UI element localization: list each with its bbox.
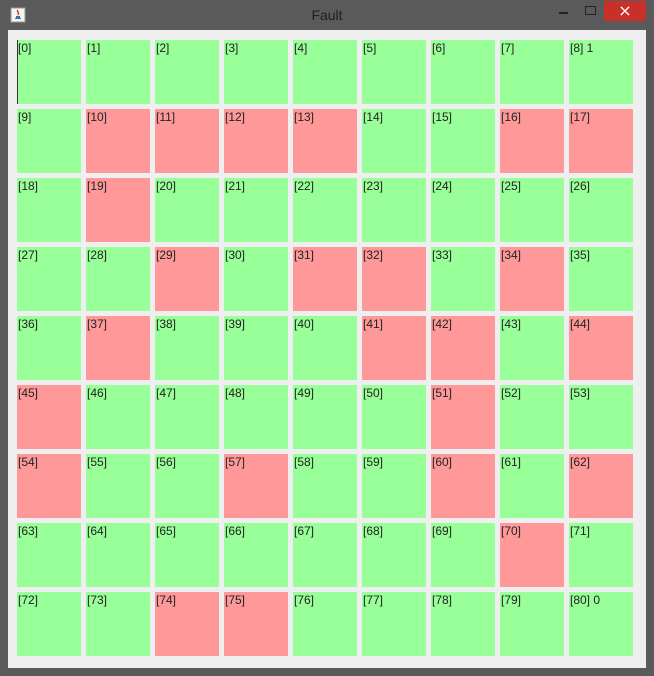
- grid-cell[interactable]: [49]: [293, 385, 357, 449]
- grid-cell[interactable]: [25]: [500, 178, 564, 242]
- grid-cell[interactable]: [18]: [17, 178, 81, 242]
- grid-cell[interactable]: [66]: [224, 523, 288, 587]
- grid-cell[interactable]: [29]: [155, 247, 219, 311]
- grid-cell[interactable]: [67]: [293, 523, 357, 587]
- grid-cell[interactable]: [14]: [362, 109, 426, 173]
- grid-cell[interactable]: [5]: [362, 40, 426, 104]
- grid-cell[interactable]: [58]: [293, 454, 357, 518]
- grid-cell[interactable]: [42]: [431, 316, 495, 380]
- grid-cell[interactable]: [3]: [224, 40, 288, 104]
- grid-cell[interactable]: [73]: [86, 592, 150, 656]
- grid-cell[interactable]: [61]: [500, 454, 564, 518]
- grid-cell[interactable]: [59]: [362, 454, 426, 518]
- grid-cell[interactable]: [12]: [224, 109, 288, 173]
- grid-cell[interactable]: [19]: [86, 178, 150, 242]
- grid-cell[interactable]: [26]: [569, 178, 633, 242]
- grid-cell[interactable]: [24]: [431, 178, 495, 242]
- grid-cell[interactable]: [37]: [86, 316, 150, 380]
- close-button[interactable]: ×: [604, 1, 646, 21]
- grid-cell[interactable]: [15]: [431, 109, 495, 173]
- grid-cell[interactable]: [53]: [569, 385, 633, 449]
- grid-cell[interactable]: [9]: [17, 109, 81, 173]
- grid-cell[interactable]: [43]: [500, 316, 564, 380]
- grid-cell[interactable]: [41]: [362, 316, 426, 380]
- grid-cell[interactable]: [80] 0: [569, 592, 633, 656]
- grid-cell[interactable]: [79]: [500, 592, 564, 656]
- grid-cell[interactable]: [34]: [500, 247, 564, 311]
- close-icon: ×: [618, 1, 632, 20]
- grid-cell[interactable]: [69]: [431, 523, 495, 587]
- grid-cell[interactable]: [54]: [17, 454, 81, 518]
- grid-cell[interactable]: [22]: [293, 178, 357, 242]
- grid-cell[interactable]: [46]: [86, 385, 150, 449]
- grid-cell[interactable]: [1]: [86, 40, 150, 104]
- grid-cell[interactable]: [63]: [17, 523, 81, 587]
- grid-cell[interactable]: [2]: [155, 40, 219, 104]
- grid-cell[interactable]: [50]: [362, 385, 426, 449]
- grid-cell[interactable]: [21]: [224, 178, 288, 242]
- grid-cell[interactable]: [30]: [224, 247, 288, 311]
- fault-grid: [0] [1] [2] [3] [4] [5] [6] [7] [8] 1 [9] [10] [11]…: [17, 40, 638, 661]
- grid-cell[interactable]: [70]: [500, 523, 564, 587]
- grid-cell[interactable]: [40]: [293, 316, 357, 380]
- grid-cell[interactable]: [38]: [155, 316, 219, 380]
- grid-cell[interactable]: [56]: [155, 454, 219, 518]
- grid-cell[interactable]: [0]: [17, 40, 81, 104]
- grid-cell[interactable]: [71]: [569, 523, 633, 587]
- minimize-button[interactable]: [550, 1, 576, 21]
- app-window: Fault × [0] [1] [2] [3] [4] [5] [6] [7] [8] 1 [9]…: [0, 0, 654, 676]
- grid-cell[interactable]: [4]: [293, 40, 357, 104]
- grid-cell[interactable]: [33]: [431, 247, 495, 311]
- grid-cell[interactable]: [27]: [17, 247, 81, 311]
- grid-cell[interactable]: [31]: [293, 247, 357, 311]
- grid-cell[interactable]: [32]: [362, 247, 426, 311]
- grid-cell[interactable]: [75]: [224, 592, 288, 656]
- grid-cell[interactable]: [64]: [86, 523, 150, 587]
- grid-cell[interactable]: [78]: [431, 592, 495, 656]
- grid-cell[interactable]: [62]: [569, 454, 633, 518]
- grid-cell[interactable]: [16]: [500, 109, 564, 173]
- grid-cell[interactable]: [57]: [224, 454, 288, 518]
- grid-cell[interactable]: [60]: [431, 454, 495, 518]
- grid-cell[interactable]: [17]: [569, 109, 633, 173]
- grid-cell[interactable]: [65]: [155, 523, 219, 587]
- grid-cell[interactable]: [13]: [293, 109, 357, 173]
- grid-cell[interactable]: [77]: [362, 592, 426, 656]
- grid-cell[interactable]: [44]: [569, 316, 633, 380]
- grid-cell[interactable]: [8] 1: [569, 40, 633, 104]
- grid-cell[interactable]: [6]: [431, 40, 495, 104]
- grid-cell[interactable]: [74]: [155, 592, 219, 656]
- grid-cell[interactable]: [48]: [224, 385, 288, 449]
- grid-cell[interactable]: [11]: [155, 109, 219, 173]
- maximize-button[interactable]: [577, 1, 603, 21]
- grid-cell[interactable]: [36]: [17, 316, 81, 380]
- title-bar[interactable]: Fault ×: [0, 0, 654, 30]
- grid-cell[interactable]: [55]: [86, 454, 150, 518]
- grid-cell[interactable]: [76]: [293, 592, 357, 656]
- grid-cell[interactable]: [28]: [86, 247, 150, 311]
- grid-cell[interactable]: [39]: [224, 316, 288, 380]
- grid-cell[interactable]: [45]: [17, 385, 81, 449]
- grid-cell[interactable]: [20]: [155, 178, 219, 242]
- content-panel: [0] [1] [2] [3] [4] [5] [6] [7] [8] 1 [9] [10] [11]…: [8, 30, 646, 668]
- grid-cell[interactable]: [68]: [362, 523, 426, 587]
- grid-cell[interactable]: [72]: [17, 592, 81, 656]
- grid-cell[interactable]: [10]: [86, 109, 150, 173]
- grid-cell[interactable]: [47]: [155, 385, 219, 449]
- grid-cell[interactable]: [35]: [569, 247, 633, 311]
- grid-cell[interactable]: [51]: [431, 385, 495, 449]
- grid-cell[interactable]: [7]: [500, 40, 564, 104]
- grid-cell[interactable]: [52]: [500, 385, 564, 449]
- grid-cell[interactable]: [23]: [362, 178, 426, 242]
